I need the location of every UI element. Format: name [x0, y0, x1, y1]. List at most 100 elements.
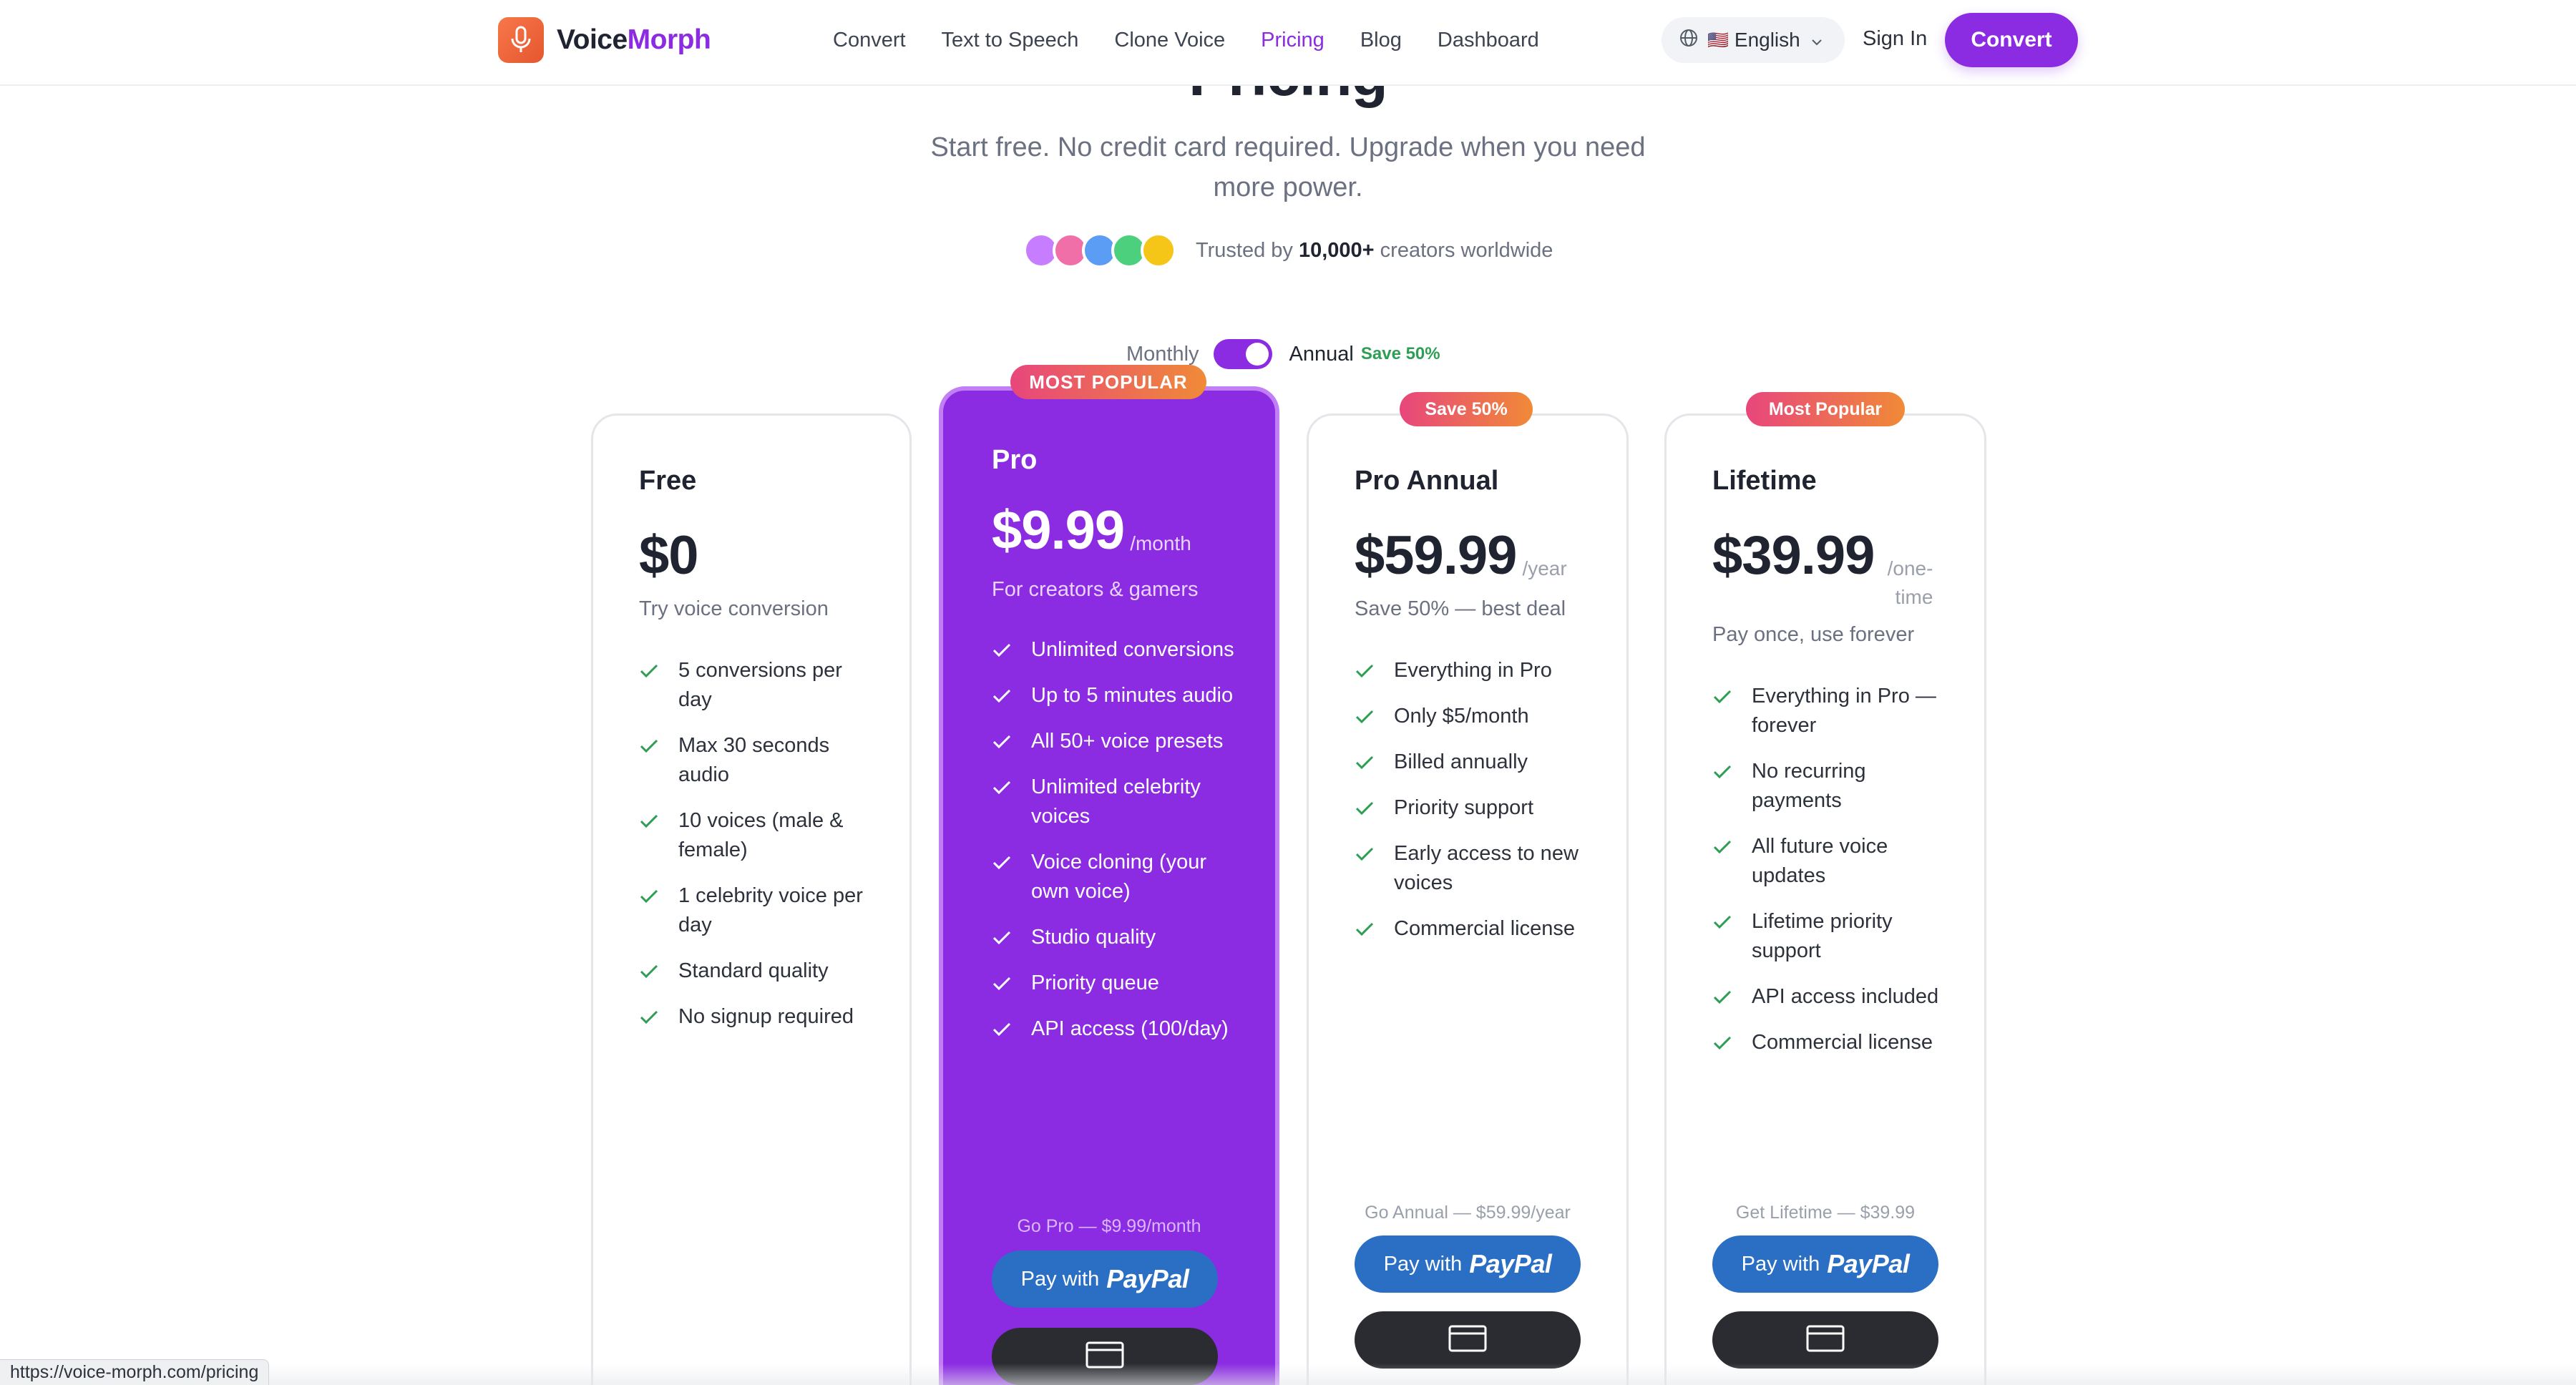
feature-item: Everything in Pro — [1355, 656, 1598, 685]
cta-note: Go Annual — $59.99/year — [1365, 1203, 1571, 1223]
nav-convert[interactable]: Convert — [833, 26, 906, 54]
feature-item: Commercial license — [1355, 914, 1598, 944]
cta-note: Get Lifetime — $39.99 — [1735, 1203, 1916, 1223]
bottom-fade — [0, 1364, 2576, 1385]
paypal-logo: PayPal — [1106, 1264, 1189, 1293]
save-50-badge: Save 50% — [1400, 392, 1533, 426]
feature-item: 5 conversions per day — [639, 656, 875, 715]
check-icon — [639, 806, 659, 836]
convert-button[interactable]: Convert — [1945, 13, 2078, 67]
check-icon — [1712, 832, 1732, 861]
logo-wordmark: VoiceMorph — [557, 24, 711, 55]
check-icon — [1355, 656, 1375, 685]
feature-item: Unlimited celebrity voices — [992, 773, 1242, 831]
avatar-group — [1023, 233, 1176, 268]
check-icon — [1355, 702, 1375, 731]
card-payment-button[interactable] — [1712, 1311, 1938, 1369]
feature-item: Max 30 seconds audio — [639, 731, 875, 790]
plan-description: Pay once, use forever — [1712, 623, 1915, 646]
us-flag-icon: 🇺🇸 — [1707, 30, 1729, 50]
check-icon — [1355, 914, 1375, 944]
check-icon — [1712, 1028, 1732, 1057]
browser-status-url: https://voice-morph.com/pricing — [0, 1359, 270, 1385]
plan-period: /one-time — [1887, 557, 1933, 608]
feature-list: Everything in Pro — forever No recurring… — [1712, 682, 1948, 1074]
plan-name: Pro — [992, 445, 1038, 475]
feature-item: 1 celebrity voice per day — [639, 881, 875, 940]
feature-item: No recurring payments — [1712, 757, 1948, 816]
billing-toggle[interactable] — [1213, 339, 1272, 369]
check-icon — [639, 956, 659, 986]
check-icon — [992, 681, 1012, 710]
check-icon — [1712, 757, 1732, 786]
check-icon — [992, 969, 1012, 998]
credit-card-icon — [1448, 1325, 1487, 1356]
language-label: English — [1734, 29, 1800, 51]
check-icon — [992, 1014, 1012, 1044]
paypal-button[interactable]: Pay with PayPal — [992, 1251, 1218, 1308]
nav-blog[interactable]: Blog — [1360, 26, 1402, 54]
feature-item: Standard quality — [639, 956, 875, 986]
check-icon — [992, 923, 1012, 952]
feature-item: Commercial license — [1712, 1028, 1948, 1057]
annual-label[interactable]: Annual — [1289, 343, 1354, 366]
feature-item: Up to 5 minutes audio — [992, 681, 1242, 710]
check-icon — [1712, 982, 1732, 1012]
feature-item: Everything in Pro — forever — [1712, 682, 1948, 740]
plan-name: Pro Annual — [1355, 466, 1499, 496]
check-icon — [639, 731, 659, 760]
plan-price: $39.99 — [1712, 525, 1875, 586]
plan-description: For creators & gamers — [992, 578, 1199, 601]
feature-item: Priority queue — [992, 969, 1242, 998]
monthly-label[interactable]: Monthly — [1126, 343, 1199, 366]
sign-in-link[interactable]: Sign In — [1863, 27, 1927, 51]
save-badge: Save 50% — [1360, 344, 1440, 363]
paypal-logo: PayPal — [1827, 1249, 1910, 1278]
plan-card-pro-annual: Pro Annual $59.99 /year Save 50% — best … — [1307, 413, 1629, 1385]
check-icon — [1355, 748, 1375, 777]
feature-item: 10 voices (male & female) — [639, 806, 875, 865]
card-payment-button[interactable] — [1355, 1311, 1581, 1369]
most-popular-badge-lifetime: Most Popular — [1746, 392, 1905, 426]
feature-item: Voice cloning (your own voice) — [992, 848, 1242, 906]
feature-item: Studio quality — [992, 923, 1242, 952]
page-subtitle: Start free. No credit card required. Upg… — [930, 132, 1646, 202]
plan-period: /year — [1522, 557, 1567, 579]
feature-item: Early access to new voices — [1355, 839, 1598, 898]
nav-clone-voice[interactable]: Clone Voice — [1114, 26, 1225, 54]
feature-list: 5 conversions per day Max 30 seconds aud… — [639, 656, 875, 1048]
check-icon — [639, 1002, 659, 1032]
feature-item: Billed annually — [1355, 748, 1598, 777]
check-icon — [992, 848, 1012, 877]
feature-item: Lifetime priority support — [1712, 907, 1948, 966]
trust-row: Trusted by 10,000+ creators worldwide — [1023, 230, 1553, 270]
logo[interactable]: VoiceMorph — [498, 17, 711, 63]
check-icon — [639, 656, 659, 685]
feature-item: Unlimited conversions — [992, 635, 1242, 665]
plan-period: /month — [1130, 532, 1191, 554]
feature-item: Only $5/month — [1355, 702, 1598, 731]
feature-list: Everything in Pro Only $5/month Billed a… — [1355, 656, 1598, 960]
paypal-button[interactable]: Pay with PayPal — [1355, 1235, 1581, 1293]
check-icon — [992, 727, 1012, 756]
feature-item: All 50+ voice presets — [992, 727, 1242, 756]
paypal-button[interactable]: Pay with PayPal — [1712, 1235, 1938, 1293]
cta-note: Go Pro — $9.99/month — [1017, 1216, 1201, 1236]
plan-card-free: Free $0 Try voice conversion 5 conversio… — [591, 413, 912, 1385]
main-nav: Convert Text to Speech Clone Voice Prici… — [833, 26, 1575, 54]
nav-dashboard[interactable]: Dashboard — [1438, 26, 1539, 54]
nav-pricing[interactable]: Pricing — [1261, 26, 1324, 54]
most-popular-badge: MOST POPULAR — [1010, 365, 1206, 399]
top-nav-bar: VoiceMorph Convert Text to Speech Clone … — [0, 0, 2576, 86]
plan-price-row: $0 — [639, 527, 699, 584]
nav-text-to-speech[interactable]: Text to Speech — [942, 26, 1079, 54]
feature-list: Unlimited conversions Up to 5 minutes au… — [992, 635, 1242, 1060]
language-selector[interactable]: 🇺🇸 English — [1662, 17, 1845, 63]
trust-text: Trusted by 10,000+ creators worldwide — [1196, 238, 1553, 262]
plan-name: Lifetime — [1712, 466, 1817, 496]
avatar — [1141, 233, 1176, 268]
credit-card-icon — [1806, 1325, 1845, 1356]
check-icon — [1355, 839, 1375, 868]
check-icon — [1712, 682, 1732, 711]
check-icon — [1712, 907, 1732, 936]
